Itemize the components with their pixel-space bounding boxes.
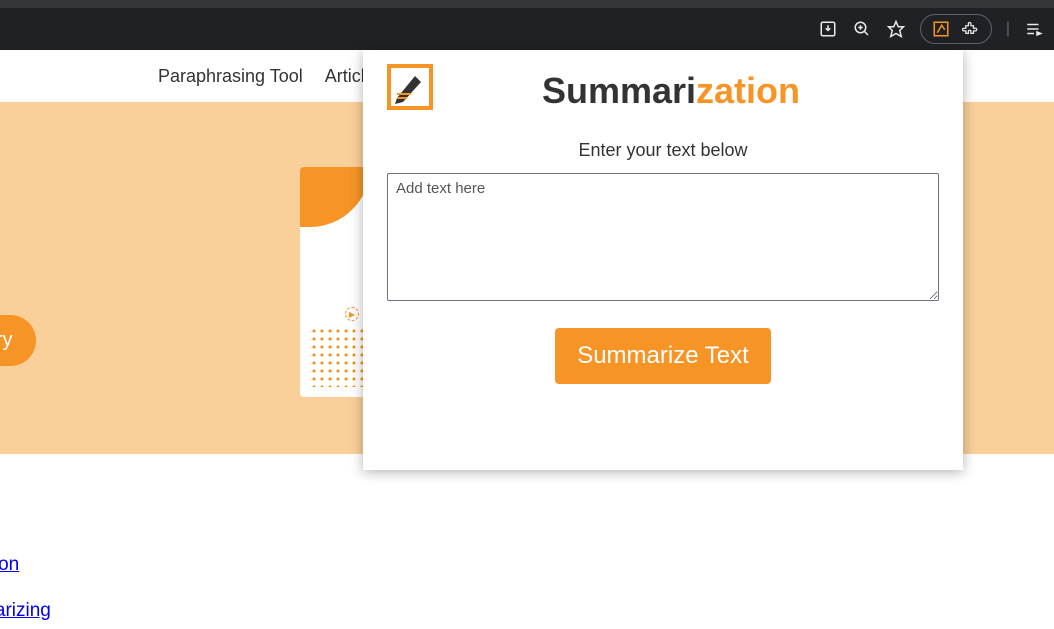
nav-link-paraphrasing[interactable]: Paraphrasing Tool (158, 66, 303, 87)
zoom-icon[interactable] (852, 19, 872, 39)
toolbar-divider: | (1006, 20, 1010, 38)
popup-header: Summarization (387, 62, 939, 112)
playlist-icon[interactable] (1024, 19, 1044, 39)
extension-popup: Summarization Enter your text below Summ… (363, 50, 963, 470)
summarize-button[interactable]: Summarize Text (555, 328, 771, 384)
link-summarizing[interactable]: Summarizing (0, 600, 1054, 622)
link-version[interactable]: b Version (0, 554, 1054, 576)
popup-title: Summarization (403, 70, 939, 112)
bottom-links: b Version Summarizing (0, 454, 1054, 622)
summary-button[interactable]: mary (0, 315, 36, 366)
install-icon[interactable] (818, 19, 838, 39)
bookmark-star-icon[interactable] (886, 19, 906, 39)
popup-subtitle: Enter your text below (387, 140, 939, 161)
title-part1: Summari (542, 70, 696, 111)
puzzle-icon[interactable] (961, 19, 981, 39)
browser-toolbar: | (0, 0, 1054, 50)
extension-app-icon[interactable] (931, 19, 951, 39)
extension-pill (920, 14, 992, 44)
title-part2: zation (696, 70, 800, 111)
text-input[interactable] (387, 173, 939, 301)
